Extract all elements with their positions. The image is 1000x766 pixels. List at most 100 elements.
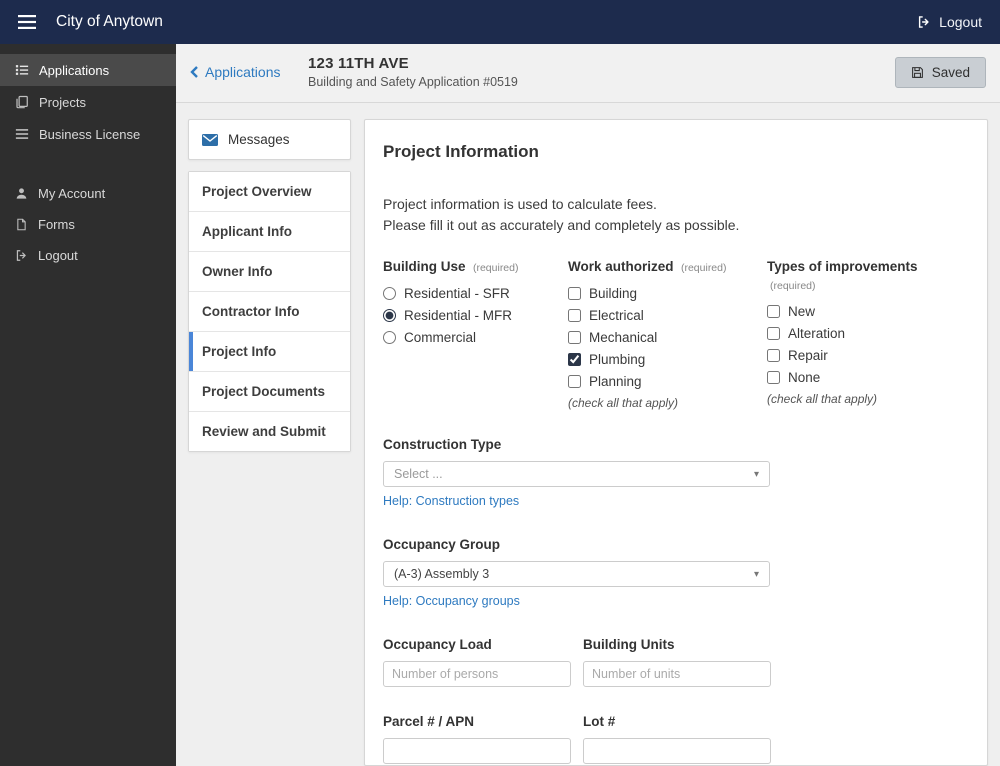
intro-line: Project information is used to calculate… <box>383 196 657 212</box>
save-icon <box>911 66 924 79</box>
option-label: Commercial <box>404 330 477 345</box>
nav-item-applicant-info[interactable]: Applicant Info <box>189 212 350 252</box>
user-icon <box>15 187 28 200</box>
menu-icon[interactable] <box>18 15 36 29</box>
nav-item-project-documents[interactable]: Project Documents <box>189 372 350 412</box>
sidebar-item-forms[interactable]: Forms <box>0 209 176 240</box>
building-units-field: Building Units <box>583 637 771 687</box>
checkbox-option-new[interactable]: New <box>767 304 967 319</box>
occupancy-load-units-row: Occupancy Load Building Units <box>383 637 967 687</box>
select-value: (A-3) Assembly 3 <box>394 567 490 581</box>
group-label-text: Work authorized <box>568 259 674 274</box>
sidebar-item-business-license[interactable]: Business License <box>0 118 176 150</box>
app-title: City of Anytown <box>56 13 163 30</box>
app-shell: Applications Projects Business License M… <box>0 44 1000 766</box>
nav-item-owner-info[interactable]: Owner Info <box>189 252 350 292</box>
parcel-apn-field: Parcel # / APN <box>383 714 571 764</box>
plumbing-checkbox[interactable] <box>568 353 581 366</box>
building-units-input[interactable] <box>583 661 771 687</box>
radio-option-commercial[interactable]: Commercial <box>383 330 568 345</box>
saved-button-label: Saved <box>931 64 970 80</box>
topbar-logout-label: Logout <box>939 14 982 30</box>
content: Messages Project Overview Applicant Info… <box>176 103 1000 766</box>
required-label: (required) <box>680 262 727 274</box>
radio-option-residential-mfr[interactable]: Residential - MFR <box>383 308 568 323</box>
sidebar-item-logout[interactable]: Logout <box>0 240 176 271</box>
building-checkbox[interactable] <box>568 287 581 300</box>
occupancy-load-input[interactable] <box>383 661 571 687</box>
messages-label: Messages <box>228 132 290 147</box>
select-placeholder: Select ... <box>394 467 443 481</box>
sidebar-item-label: Projects <box>39 94 86 110</box>
checkbox-option-mechanical[interactable]: Mechanical <box>568 330 767 345</box>
option-label: New <box>788 304 816 319</box>
option-label: Residential - SFR <box>404 286 510 301</box>
checkbox-option-alteration[interactable]: Alteration <box>767 326 967 341</box>
topbar-logout-button[interactable]: Logout <box>917 14 982 30</box>
back-to-applications-link[interactable]: Applications <box>190 64 282 80</box>
panel-title: Project Information <box>383 142 539 161</box>
commercial-radio[interactable] <box>383 331 396 344</box>
alteration-checkbox[interactable] <box>767 327 780 340</box>
repair-checkbox[interactable] <box>767 349 780 362</box>
checkbox-option-planning[interactable]: Planning <box>568 374 767 389</box>
construction-type-select[interactable]: Select ... ▾ <box>383 461 770 487</box>
construction-type-section: Construction Type Select ... ▾ Help: Con… <box>383 437 967 510</box>
residential-sfr-radio[interactable] <box>383 287 396 300</box>
logout-icon <box>917 15 931 29</box>
sidebar-item-label: My Account <box>38 186 106 201</box>
nav-item-project-overview[interactable]: Project Overview <box>189 172 350 212</box>
page-title: 123 11TH AVE <box>308 55 409 72</box>
planning-checkbox[interactable] <box>568 375 581 388</box>
radio-option-residential-sfr[interactable]: Residential - SFR <box>383 286 568 301</box>
occupancy-groups-help-link[interactable]: Help: Occupancy groups <box>383 594 520 608</box>
logout-icon <box>15 249 28 262</box>
sidebar-item-my-account[interactable]: My Account <box>0 178 176 209</box>
lot-field: Lot # <box>583 714 771 764</box>
messages-button[interactable]: Messages <box>188 119 351 160</box>
checkbox-option-none[interactable]: None <box>767 370 967 385</box>
occupancy-load-label: Occupancy Load <box>383 637 492 652</box>
occupancy-group-select[interactable]: (A-3) Assembly 3 ▾ <box>383 561 770 587</box>
caret-down-icon: ▾ <box>753 568 759 580</box>
options-section: Building Use (required) Residential - SF… <box>383 258 967 410</box>
building-use-label: Building Use (required) <box>383 258 568 276</box>
page-subtitle: Building and Safety Application #0519 <box>308 75 518 89</box>
check-all-note: (check all that apply) <box>767 392 878 406</box>
work-authorized-group: Work authorized (required) Building Elec… <box>568 258 767 410</box>
sidebar-item-label: Applications <box>39 62 110 78</box>
construction-types-help-link[interactable]: Help: Construction types <box>383 494 519 508</box>
lot-label: Lot # <box>583 714 616 729</box>
nav-item-project-info[interactable]: Project Info <box>189 332 350 372</box>
page-header: Applications 123 11TH AVE Building and S… <box>176 44 1000 103</box>
checkbox-option-electrical[interactable]: Electrical <box>568 308 767 323</box>
document-icon <box>15 218 28 231</box>
intro-line: Please fill it out as accurately and com… <box>383 217 740 233</box>
residential-mfr-radio[interactable] <box>383 309 396 322</box>
sidebar-item-label: Forms <box>38 217 75 232</box>
nav-item-contractor-info[interactable]: Contractor Info <box>189 292 350 332</box>
checkbox-option-building[interactable]: Building <box>568 286 767 301</box>
new-checkbox[interactable] <box>767 305 780 318</box>
checkbox-option-repair[interactable]: Repair <box>767 348 967 363</box>
electrical-checkbox[interactable] <box>568 309 581 322</box>
work-authorized-label: Work authorized (required) <box>568 258 767 276</box>
option-label: Alteration <box>788 326 846 341</box>
option-label: Repair <box>788 348 828 363</box>
lot-input[interactable] <box>583 738 771 764</box>
nav-item-review-and-submit[interactable]: Review and Submit <box>189 412 350 451</box>
none-checkbox[interactable] <box>767 371 780 384</box>
option-label: Building <box>589 286 638 301</box>
checkbox-option-plumbing[interactable]: Plumbing <box>568 352 767 367</box>
sidebar: Applications Projects Business License M… <box>0 44 176 766</box>
sidebar-item-projects[interactable]: Projects <box>0 86 176 118</box>
parcel-apn-input[interactable] <box>383 738 571 764</box>
check-all-note: (check all that apply) <box>568 396 679 410</box>
sidebar-item-applications[interactable]: Applications <box>0 54 176 86</box>
mechanical-checkbox[interactable] <box>568 331 581 344</box>
envelope-icon <box>202 133 218 146</box>
title-block: 123 11TH AVE Building and Safety Applica… <box>308 55 518 89</box>
improvements-label: Types of improvements (required) <box>767 258 967 294</box>
required-label: (required) <box>472 262 519 274</box>
saved-button[interactable]: Saved <box>894 56 986 88</box>
